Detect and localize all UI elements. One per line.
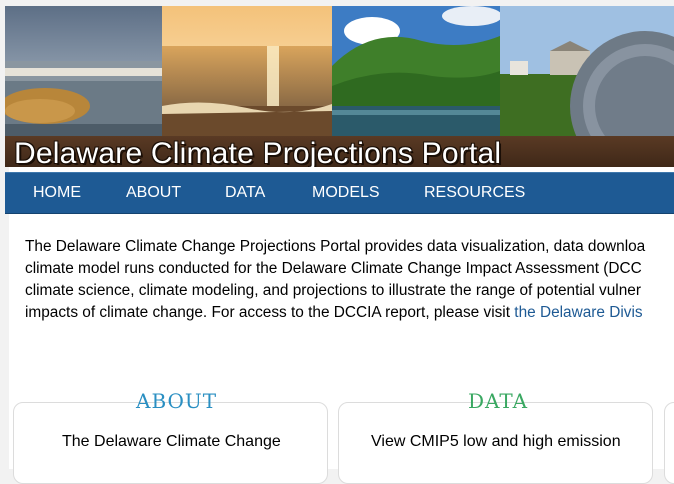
data-card-title[interactable]: DATA <box>468 389 528 413</box>
intro-paragraph: The Delaware Climate Change Projections … <box>25 236 674 324</box>
nav-item-home[interactable]: HOME <box>33 184 81 202</box>
intro-line: climate model runs conducted for the Del… <box>25 260 642 277</box>
nav-item-data[interactable]: DATA <box>225 184 265 202</box>
intro-line: climate science, climate modeling, and p… <box>25 282 641 299</box>
river-forest-photo <box>332 6 500 136</box>
nav-item-resources[interactable]: RESOURCES <box>424 184 525 202</box>
intro-line-text: impacts of climate change. For access to… <box>25 304 515 321</box>
main-navigation: HOME ABOUT DATA MODELS RESOURCES <box>5 172 674 214</box>
nav-item-models[interactable]: MODELS <box>312 184 380 202</box>
about-card-text: The Delaware Climate Change <box>62 433 281 450</box>
intro-line: The Delaware Climate Change Projections … <box>25 238 646 255</box>
nav-item-about[interactable]: ABOUT <box>126 184 181 202</box>
data-card-text: View CMIP5 low and high emission <box>371 433 621 450</box>
site-title[interactable]: Delaware Climate Projections Portal <box>14 137 501 167</box>
about-card-title[interactable]: ABOUT <box>136 389 217 413</box>
models-card-partial <box>664 402 674 484</box>
dccia-report-link[interactable]: the Delaware Divis <box>514 304 642 321</box>
marsh-photo <box>5 6 162 136</box>
intro-line: impacts of climate change. For access to… <box>25 302 674 324</box>
beach-sunset-photo <box>162 6 332 136</box>
header-banner: Delaware Climate Projections Portal <box>5 6 674 167</box>
farm-barn-photo <box>500 6 674 136</box>
